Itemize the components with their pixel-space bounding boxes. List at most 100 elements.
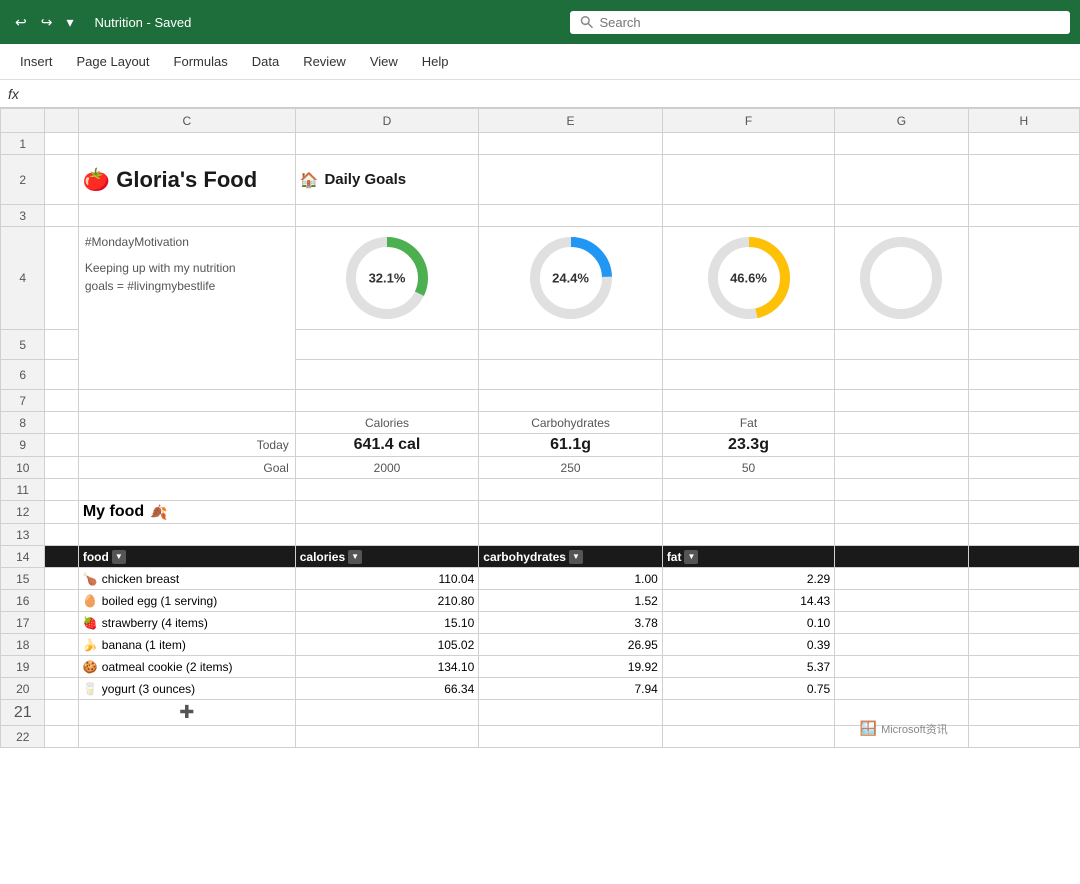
window-title: Nutrition - Saved [95,15,192,30]
row-header: 7 [1,390,45,412]
fat-filter-icon[interactable]: ▼ [684,550,698,564]
col-header-g[interactable]: G [835,109,968,133]
food-fat-yogurt: 0.75 [662,678,834,700]
menu-view[interactable]: View [360,48,408,75]
food-label-yogurt: yogurt (3 ounces) [102,682,195,696]
col-header-c[interactable]: C [78,109,295,133]
food-cal-egg: 210.80 [295,590,479,612]
pin-icon[interactable]: ▾ [61,12,78,33]
row-header: 19 [1,656,45,678]
formula-bar: fx [0,80,1080,108]
my-food-label: My food [83,503,144,521]
table-row: 2 🍅 Gloria's Food 🏠 Daily Goals [1,155,1080,205]
redo-icon[interactable]: ↪ [36,12,58,33]
food-row-5: 19 🍪 oatmeal cookie (2 items) 134.10 19.… [1,656,1080,678]
calories-filter-icon[interactable]: ▼ [348,550,362,564]
carbs-filter[interactable]: carbohydrates ▼ [483,550,583,564]
search-bar[interactable] [570,11,1070,34]
fat-donut: 46.6% [704,233,794,323]
search-input[interactable] [599,15,1060,30]
menu-page-layout[interactable]: Page Layout [67,48,160,75]
col-header-d[interactable]: D [295,109,479,133]
table-row: 1 [1,133,1080,155]
ms-watermark-text: Microsoft资讯 [881,721,948,737]
row-header: 4 [1,227,45,330]
undo-icon[interactable]: ↩ [10,12,32,33]
row-header: 21 [1,700,45,726]
menu-data[interactable]: Data [242,48,289,75]
row-header: 2 [1,155,45,205]
table-row: 8 Calories Carbohydrates Fat [1,412,1080,434]
row-header: 10 [1,457,45,479]
food-row-2: 16 🥚 boiled egg (1 serving) 210.80 1.52 … [1,590,1080,612]
calories-filter[interactable]: calories ▼ [300,550,362,564]
corner-header [1,109,45,133]
calories-donut: 32.1% [342,233,432,323]
row-header: 20 [1,678,45,700]
carbs-filter-icon[interactable]: ▼ [569,550,583,564]
food-icon-egg: 🥚 [83,594,98,608]
food-icon-banana: 🍌 [83,638,98,652]
row-header: 5 [1,330,45,360]
fat-today: 23.3g [662,434,834,457]
food-icon-chicken: 🍗 [83,572,98,586]
menu-help[interactable]: Help [412,48,459,75]
col-header-h[interactable]: H [968,109,1079,133]
carbs-chart-container: 24.4% [483,229,658,327]
fat-goal: 50 [662,457,834,479]
row-header: 12 [1,501,45,524]
row-header: 8 [1,412,45,434]
table-row: 12 My food 🍂 [1,501,1080,524]
table-row: 22 🪟 Microsoft资讯 [1,726,1080,748]
col-header-f[interactable]: F [662,109,834,133]
food-filter[interactable]: food ▼ [83,550,126,564]
food-cal-strawberry: 15.10 [295,612,479,634]
fat-filter[interactable]: fat ▼ [667,550,699,564]
gloria-food-title: 🍅 Gloria's Food [83,167,291,193]
col-header-e[interactable]: E [479,109,663,133]
today-label: Today [78,434,295,457]
add-food-icon[interactable]: ✚ [179,702,194,722]
food-icon-yogurt: 🥛 [83,682,98,696]
daily-goals: 🏠 Daily Goals [300,171,475,189]
food-filter-icon[interactable]: ▼ [112,550,126,564]
food-carb-chicken: 1.00 [479,568,663,590]
food-label-cookie: oatmeal cookie (2 items) [102,660,233,674]
col-header-b[interactable] [45,109,78,133]
spreadsheet: C D E F G H 1 2 🍅 Gloria's Fo [0,108,1080,748]
food-cal-yogurt: 66.34 [295,678,479,700]
food-cal-chicken: 110.04 [295,568,479,590]
food-name-yogurt: 🥛 yogurt (3 ounces) [83,682,291,696]
my-food-title: My food 🍂 [83,503,291,521]
food-row-1: 15 🍗 chicken breast 110.04 1.00 2.29 [1,568,1080,590]
table-row: 7 [1,390,1080,412]
row-header: 15 [1,568,45,590]
daily-goals-label: Daily Goals [324,171,406,188]
food-carb-egg: 1.52 [479,590,663,612]
food-name-banana: 🍌 banana (1 item) [83,638,291,652]
search-icon [580,15,593,29]
carbs-today: 61.1g [479,434,663,457]
calories-today: 641.4 cal [295,434,479,457]
toolbar-controls[interactable]: ↩ ↪ ▾ [10,12,79,33]
calories-header-label: calories [300,550,345,564]
food-carb-cookie: 19.92 [479,656,663,678]
calories-goal: 2000 [295,457,479,479]
food-icon-cookie: 🍪 [83,660,98,674]
row-header: 22 [1,726,45,748]
fat-label: Fat [662,412,834,434]
spreadsheet-wrapper: C D E F G H 1 2 🍅 Gloria's Fo [0,108,1080,748]
tomato-icon: 🍅 [83,167,110,193]
ms-watermark: 🪟 Microsoft资讯 [860,720,948,737]
row-header: 6 [1,360,45,390]
menu-formulas[interactable]: Formulas [164,48,238,75]
fat-percent-label: 46.6% [730,271,767,286]
food-cal-banana: 105.02 [295,634,479,656]
menu-insert[interactable]: Insert [10,48,63,75]
food-carb-strawberry: 3.78 [479,612,663,634]
food-fat-egg: 14.43 [662,590,834,612]
empty-donut [856,233,946,323]
menu-review[interactable]: Review [293,48,356,75]
formula-input[interactable] [31,86,1072,101]
food-fat-strawberry: 0.10 [662,612,834,634]
